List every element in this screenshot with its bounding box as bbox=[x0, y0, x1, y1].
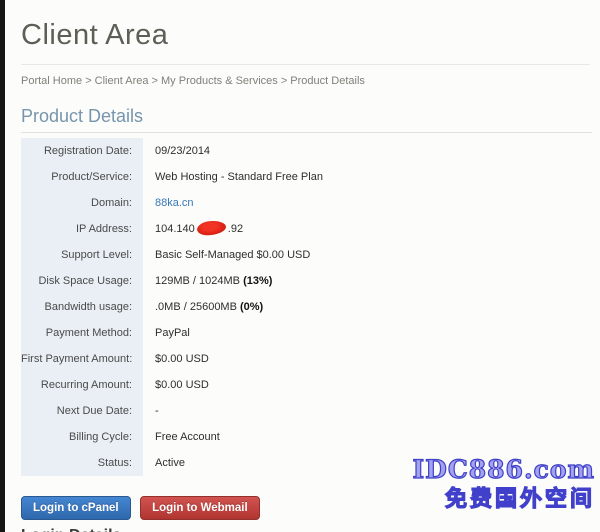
table-row: Bandwidth usage:.0MB / 25600MB (0%) bbox=[21, 294, 581, 320]
table-row: Status: Active bbox=[21, 450, 581, 476]
table-row: Disk Space Usage:129MB / 1024MB (13%) bbox=[21, 268, 581, 294]
row-label: Next Due Date: bbox=[21, 398, 143, 424]
cell-value-text: - bbox=[155, 405, 159, 417]
cell-value-text: .0MB / 25600MB bbox=[155, 301, 240, 313]
row-label: Bandwidth usage: bbox=[21, 294, 143, 320]
table-row: First Payment Amount: $0.00 USD bbox=[21, 346, 581, 372]
left-edge-bar bbox=[0, 0, 5, 532]
header-divider bbox=[21, 64, 590, 65]
row-value: PayPal bbox=[143, 320, 190, 346]
cell-value-text: Basic Self-Managed $0.00 USD bbox=[155, 249, 310, 261]
cell-value-text: 09/23/2014 bbox=[155, 145, 210, 157]
cell-value-text: Free Account bbox=[155, 431, 220, 443]
table-row: Product/Service: Web Hosting - Standard F… bbox=[21, 164, 581, 190]
row-label: Domain: bbox=[21, 190, 143, 216]
cell-value-text: Web Hosting - Standard Free Plan bbox=[155, 171, 323, 183]
table-row: Payment Method: PayPal bbox=[21, 320, 581, 346]
section-title-product-details: Product Details bbox=[21, 107, 592, 133]
row-value: 09/23/2014 bbox=[143, 138, 210, 164]
row-value: $0.00 USD bbox=[143, 346, 209, 372]
row-label: Product/Service: bbox=[21, 164, 143, 190]
cell-value-bold-text: (0%) bbox=[240, 301, 263, 313]
table-row: Recurring Amount: $0.00 USD bbox=[21, 372, 581, 398]
row-label: Payment Method: bbox=[21, 320, 143, 346]
table-row: Registration Date: 09/23/2014 bbox=[21, 138, 581, 164]
cell-value-text: Active bbox=[155, 457, 185, 469]
row-value: Active bbox=[143, 450, 185, 476]
row-value: $0.00 USD bbox=[143, 372, 209, 398]
row-label: IP Address: bbox=[21, 216, 143, 242]
row-value: Basic Self-Managed $0.00 USD bbox=[143, 242, 310, 268]
row-label: Registration Date: bbox=[21, 138, 143, 164]
page-title: Client Area bbox=[21, 0, 592, 52]
row-value: .0MB / 25600MB (0%) bbox=[143, 294, 263, 320]
table-row: Billing Cycle: Free Account bbox=[21, 424, 581, 450]
row-label: First Payment Amount: bbox=[21, 346, 143, 372]
row-label: Support Level: bbox=[21, 242, 143, 268]
breadcrumb[interactable]: Portal Home > Client Area > My Products … bbox=[21, 75, 592, 88]
login-to-webmail-button[interactable]: Login to Webmail bbox=[140, 496, 260, 520]
login-to-cpanel-button[interactable]: Login to cPanel bbox=[21, 496, 131, 520]
row-value: 104.140 .92 bbox=[143, 216, 243, 242]
cell-value-text: 129MB / 1024MB bbox=[155, 275, 243, 287]
cell-value-bold-text: (13%) bbox=[243, 275, 272, 287]
cell-value-text: $0.00 USD bbox=[155, 353, 209, 365]
row-value: 129MB / 1024MB (13%) bbox=[143, 268, 272, 294]
table-row: Support Level: Basic Self-Managed $0.00 U… bbox=[21, 242, 581, 268]
row-label: Recurring Amount: bbox=[21, 372, 143, 398]
ip-prefix-text: 104.140 bbox=[155, 223, 195, 235]
row-value: - bbox=[143, 398, 159, 424]
table-row: Next Due Date:- bbox=[21, 398, 581, 424]
row-label: Disk Space Usage: bbox=[21, 268, 143, 294]
table-row: IP Address: 104.140 .92 bbox=[21, 216, 581, 242]
section-title-login-details: Login Details bbox=[21, 527, 592, 532]
product-details-table: Registration Date: 09/23/2014 Product/Serv… bbox=[21, 138, 581, 476]
table-row: Domain: 88ka.cn bbox=[21, 190, 581, 216]
row-label: Status: bbox=[21, 450, 143, 476]
row-value: Free Account bbox=[143, 424, 220, 450]
action-buttons: Login to cPanel Login to Webmail bbox=[21, 496, 592, 520]
row-value: 88ka.cn bbox=[143, 190, 194, 216]
cell-value-text: PayPal bbox=[155, 327, 190, 339]
row-label: Billing Cycle: bbox=[21, 424, 143, 450]
ip-suffix-text: .92 bbox=[228, 223, 243, 235]
row-value: Web Hosting - Standard Free Plan bbox=[143, 164, 323, 190]
page-content: Client Area Portal Home > Client Area > … bbox=[0, 0, 600, 532]
cell-value-text: $0.00 USD bbox=[155, 379, 209, 391]
domain-link[interactable]: 88ka.cn bbox=[155, 197, 194, 209]
ip-redaction-blob bbox=[196, 220, 226, 236]
